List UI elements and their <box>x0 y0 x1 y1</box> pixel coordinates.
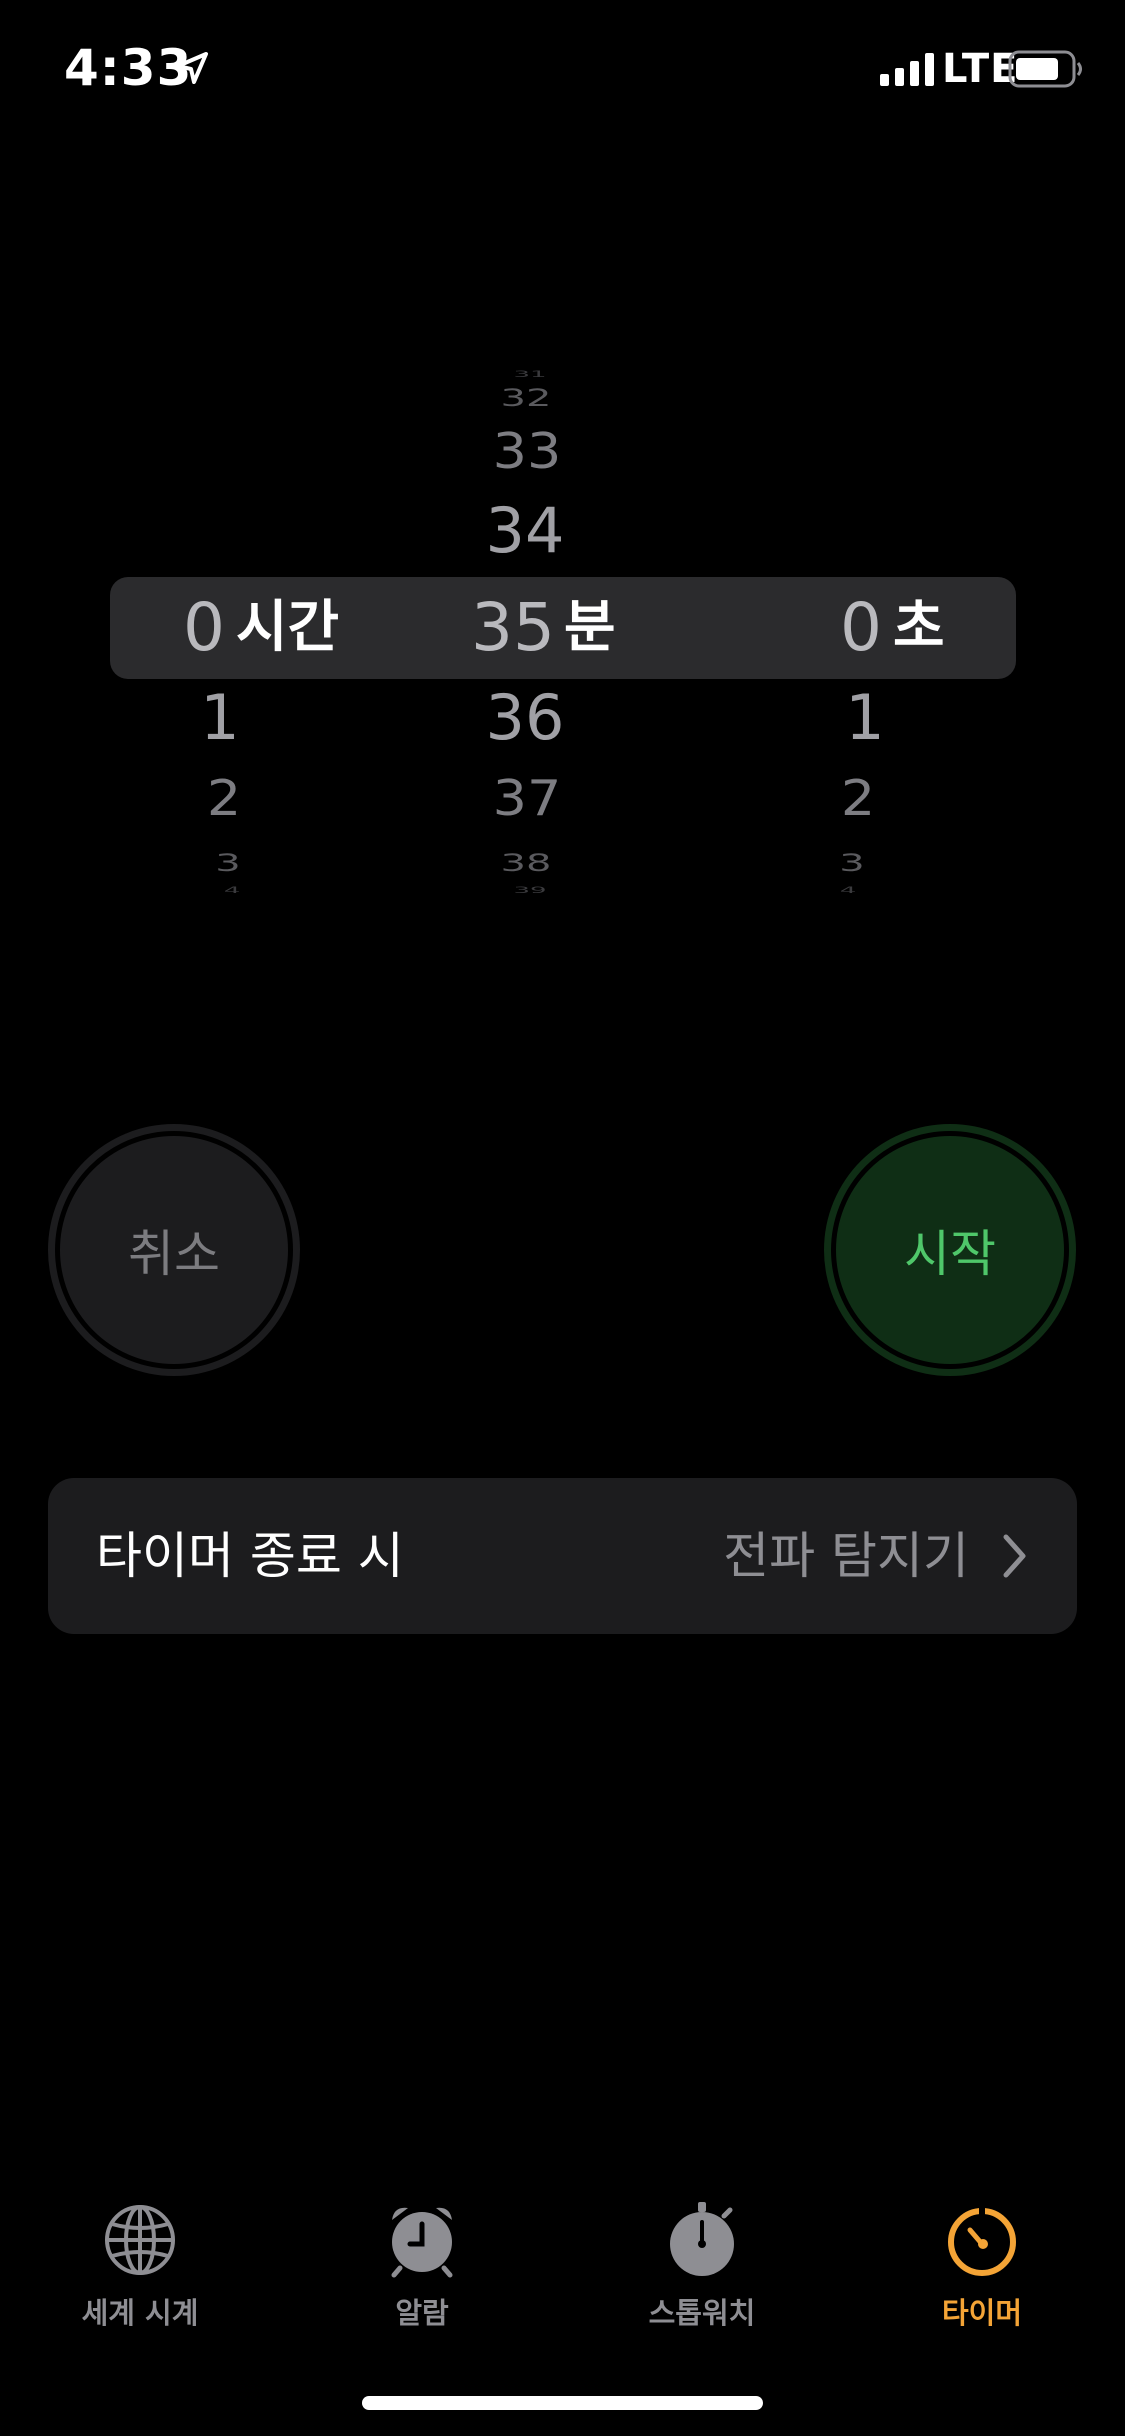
minutes-option[interactable]: 39 <box>480 885 580 894</box>
minutes-unit-label: 분 <box>564 595 616 660</box>
seconds-option[interactable]: 4 <box>818 885 878 894</box>
minutes-option[interactable]: 38 <box>476 851 576 875</box>
time-picker[interactable]: 0 시간 1 2 3 4 31 32 33 34 35 분 36 37 38 3… <box>0 355 1125 895</box>
timer-screen: 4:33 LTE 0 시간 1 2 3 4 31 32 33 34 35 분 3… <box>0 0 1125 2436</box>
when-timer-ends-label: 타이머 종료 시 <box>96 1527 404 1585</box>
hours-option[interactable]: 4 <box>202 885 262 894</box>
battery-icon <box>1008 50 1082 88</box>
minutes-option[interactable]: 34 <box>470 500 580 562</box>
home-indicator[interactable] <box>362 2396 763 2410</box>
minutes-option[interactable]: 36 <box>470 687 580 749</box>
minutes-option[interactable]: 31 <box>480 369 580 378</box>
tab-label: 타이머 <box>941 2296 1023 2330</box>
minutes-wheel[interactable]: 31 32 33 34 35 분 36 37 38 39 <box>460 355 720 895</box>
cancel-button-label: 취소 <box>55 1131 293 1369</box>
seconds-option[interactable]: 2 <box>828 774 888 824</box>
tab-bar: 세계 시계 알람 스톱워치 타이머 <box>0 2190 1125 2370</box>
hours-wheel[interactable]: 0 시간 1 2 3 4 <box>150 355 410 895</box>
start-button-label: 시작 <box>831 1131 1069 1369</box>
cancel-button[interactable]: 취소 <box>48 1124 300 1376</box>
seconds-option[interactable]: 1 <box>835 687 895 749</box>
tab-timer[interactable]: 타이머 <box>862 2190 1102 2340</box>
seconds-wheel[interactable]: 0 초 1 2 3 4 <box>800 355 1000 895</box>
seconds-option[interactable]: 3 <box>822 851 882 875</box>
seconds-unit-label: 초 <box>893 595 945 660</box>
hours-selected-value: 0 <box>183 589 225 666</box>
chevron-right-icon <box>1003 1534 1026 1578</box>
minutes-option[interactable]: 37 <box>472 774 582 824</box>
minutes-option[interactable]: 33 <box>472 427 582 477</box>
status-bar: 4:33 LTE <box>0 0 1125 140</box>
globe-icon <box>105 2205 175 2275</box>
minutes-option[interactable]: 32 <box>476 386 576 410</box>
timer-sound-value: 전파 탐지기 <box>723 1527 969 1585</box>
location-arrow-icon <box>176 52 208 84</box>
hours-option[interactable]: 3 <box>198 851 258 875</box>
minutes-selected-value: 35 <box>471 589 555 666</box>
tab-alarm[interactable]: 알람 <box>302 2190 542 2340</box>
seconds-selected-value: 0 <box>840 589 882 666</box>
timer-icon <box>948 2208 1016 2276</box>
tab-label: 알람 <box>395 2296 449 2330</box>
alarm-clock-icon <box>391 2207 453 2278</box>
tab-world-clock[interactable]: 세계 시계 <box>20 2190 260 2340</box>
when-timer-ends-row[interactable]: 타이머 종료 시 전파 탐지기 <box>48 1478 1077 1634</box>
stopwatch-icon <box>670 2202 734 2276</box>
hours-unit-label: 시간 <box>236 595 340 660</box>
hours-option[interactable]: 1 <box>190 687 250 749</box>
tab-stopwatch[interactable]: 스톱워치 <box>582 2190 822 2340</box>
cellular-signal-icon <box>880 53 934 86</box>
tab-label: 스톱워치 <box>648 2296 756 2330</box>
start-button[interactable]: 시작 <box>824 1124 1076 1376</box>
network-type-label: LTE <box>942 46 1019 92</box>
tab-label: 세계 시계 <box>81 2296 199 2330</box>
hours-option[interactable]: 2 <box>194 774 254 824</box>
